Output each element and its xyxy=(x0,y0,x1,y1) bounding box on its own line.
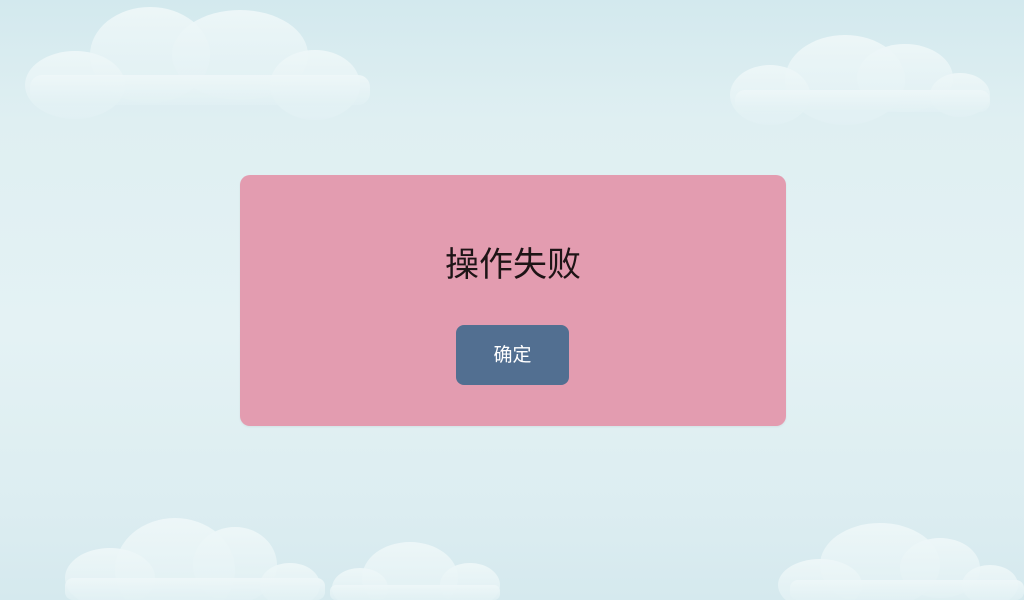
dialog-message: 操作失败 xyxy=(445,245,581,285)
cloud-top-right xyxy=(730,35,990,125)
cloud-bottom-right xyxy=(778,523,1024,600)
confirm-button[interactable]: 确定 xyxy=(456,325,569,385)
cloud-bottom-left xyxy=(65,518,325,600)
cloud-top-left xyxy=(25,7,370,120)
error-dialog: 操作失败 确定 xyxy=(240,175,786,426)
cloud-bottom-middle xyxy=(330,542,500,600)
